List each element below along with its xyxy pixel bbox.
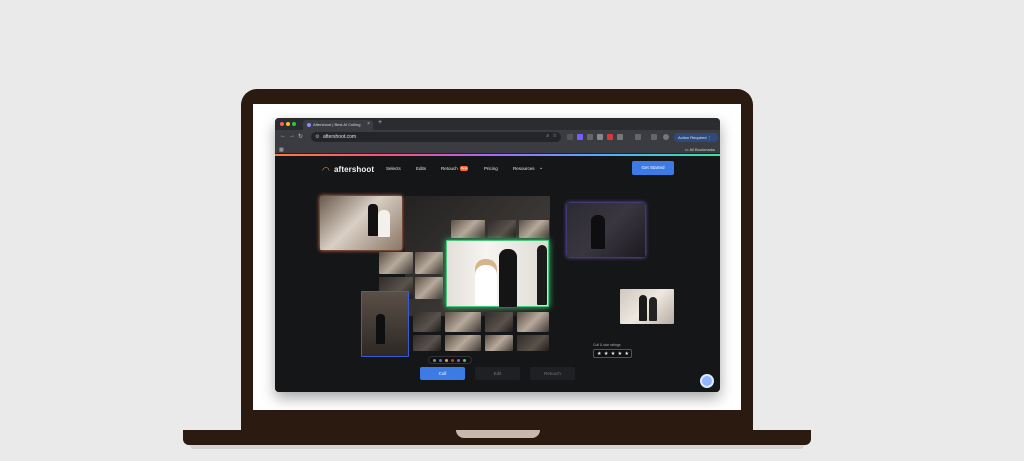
couple-photo [620,289,674,324]
thumbnail [517,312,549,332]
thumbnail [413,335,441,351]
color-chip[interactable] [439,359,442,362]
tab-title: Aftershoot | Best AI Culling [313,122,361,127]
browser-tab[interactable]: Aftershoot | Best AI Culling × [303,120,373,130]
new-badge: New [460,166,468,171]
url-text: aftershoot.com [323,134,357,140]
thumbnail [485,335,513,351]
bride-figure [475,259,497,305]
color-chip[interactable] [451,359,454,362]
browser-window: Aftershoot | Best AI Culling × + ← → ↻ ⚙… [275,118,720,392]
all-bookmarks-link[interactable]: ▭ All Bookmarks [685,147,715,152]
nav-pricing[interactable]: Pricing [484,166,498,171]
laptop-shadow [190,445,804,449]
rating-label: Cull & star ratings [593,343,621,347]
forward-icon[interactable]: → [289,133,295,139]
favicon-icon [307,123,311,127]
bride-figure [378,210,390,237]
thumbnail [488,220,516,238]
action-required-button[interactable]: Action Required ⋮ [674,133,718,142]
website-page: ◠ aftershoot Selects Edits Retouch New P… [275,156,720,392]
address-bar: ← → ↻ ⚙ aftershoot.com ⌕ ☆ Action Requir… [275,130,720,145]
extension-icon[interactable] [607,134,613,140]
doorway-photo [361,291,409,357]
bookmark-star-icon[interactable]: ☆ [553,133,557,139]
person-figure [649,297,657,321]
new-tab-icon[interactable]: + [378,119,382,126]
all-bookmarks-label: All Bookmarks [689,147,715,152]
zoom-icon[interactable]: ⌕ [546,133,549,139]
get-started-button[interactable]: Get Started [632,161,674,175]
groom-figure [368,204,378,236]
thumbnail [413,312,441,332]
star-rating[interactable]: ★ ★ ★ ★ ★ [593,349,632,358]
laptop-notch [456,430,540,438]
color-chip[interactable] [457,359,460,362]
color-chip[interactable] [445,359,448,362]
url-field[interactable]: ⚙ aftershoot.com ⌕ ☆ [311,132,561,142]
nav-resources[interactable]: Resources [513,166,535,171]
reload-icon[interactable]: ↻ [298,133,303,140]
groomsman-figure [537,245,547,305]
extension-icon[interactable] [567,134,573,140]
extension-icon[interactable] [587,134,593,140]
color-chip[interactable] [463,359,466,362]
wedding-photo [320,196,402,250]
side-panel-icon[interactable] [635,134,641,140]
thumbnail [517,335,549,351]
back-icon[interactable]: ← [280,133,286,139]
nav-retouch[interactable]: Retouch [441,166,458,171]
chat-widget-icon[interactable] [700,374,714,388]
edit-tab[interactable]: Edit [475,367,520,380]
tab-bar: Aftershoot | Best AI Culling × + [275,118,720,130]
thumbnail [485,312,513,332]
thumbnail [379,252,413,274]
thumbnail [519,220,549,238]
download-icon[interactable] [651,134,657,140]
aftershoot-logo-icon: ◠ [322,165,330,175]
person-figure [591,215,605,249]
extension-icon[interactable] [577,134,583,140]
thumbnail [445,335,481,351]
chevron-down-icon[interactable]: ⌄ [539,165,543,171]
thumbnail [415,277,443,299]
bookmarks-bar: ▦ ▭ All Bookmarks [275,145,720,154]
nav-selects[interactable]: Selects [386,166,401,171]
logo-text: aftershoot [334,165,375,174]
tab-close-icon[interactable]: × [367,121,370,127]
profile-icon[interactable] [663,134,669,140]
featured-ceremony-photo [446,240,549,307]
person-figure [376,314,385,344]
dark-portrait-photo [567,203,645,257]
thumbnail [445,312,481,332]
person-figure [639,295,647,321]
maximize-window-icon[interactable] [292,122,296,126]
groom-figure [499,249,517,307]
extension-icon[interactable] [617,134,623,140]
thumbnail [451,220,485,238]
color-label-picker[interactable] [428,356,472,364]
site-info-icon[interactable]: ⚙ [315,134,319,140]
close-window-icon[interactable] [280,122,284,126]
minimize-window-icon[interactable] [286,122,290,126]
thumbnail [415,252,443,274]
nav-edits[interactable]: Edits [416,166,426,171]
apps-grid-icon[interactable]: ▦ [279,147,284,153]
cull-tab[interactable]: Cull [420,367,465,380]
extension-icon[interactable] [597,134,603,140]
color-chip[interactable] [433,359,436,362]
retouch-tab[interactable]: Retouch [530,367,575,380]
